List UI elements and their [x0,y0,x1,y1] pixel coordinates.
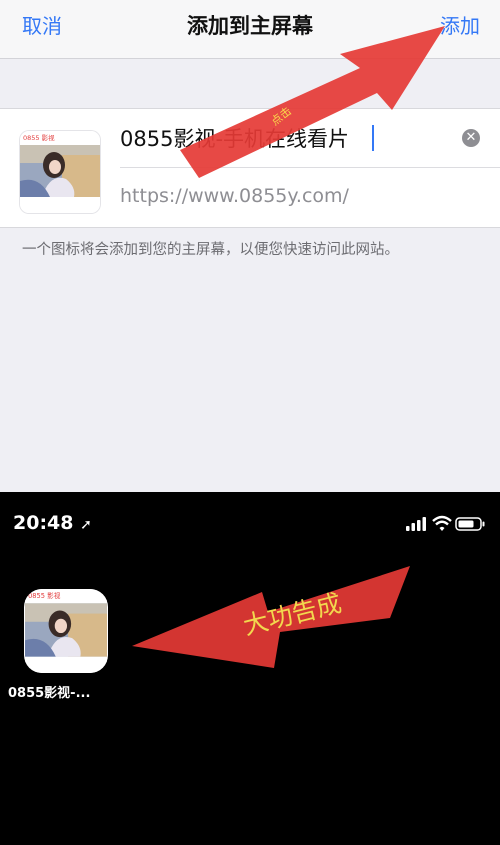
homescreen-app-icon[interactable]: 0855 影视 [24,589,108,673]
clear-text-icon[interactable]: ✕ [462,129,480,147]
status-time: 20:48 ➚ [13,512,92,534]
shortcut-card: 0855 影视 ✕ https://www.0855y.com/ [0,108,500,228]
status-icons [406,515,486,537]
svg-text:0855 影视: 0855 影视 [23,133,55,142]
home-screen: 20:48 ➚ 0855 影视 0855影视-... [0,492,500,845]
add-button[interactable]: 添加 [440,10,480,39]
add-to-homescreen-sheet: 取消 添加到主屏幕 添加 0855 影视 ✕ https://www.0855y… [0,0,500,492]
signal-icon [406,517,426,531]
text-cursor [372,125,374,151]
site-thumbnail: 0855 影视 [20,131,100,213]
nav-bar: 取消 添加到主屏幕 添加 [0,0,500,59]
svg-text:0855 影视: 0855 影视 [28,591,61,600]
page-title: 添加到主屏幕 [187,14,313,38]
name-row: ✕ [120,109,500,168]
hint-text: 一个图标将会添加到您的主屏幕，以便您快速访问此网站。 [22,242,399,258]
location-arrow-icon: ➚ [80,517,92,533]
battery-icon [455,517,485,531]
wifi-icon [432,515,452,531]
shortcut-name-input[interactable] [120,121,450,155]
homescreen-app-label: 0855影视-... [8,686,91,701]
site-url: https://www.0855y.com/ [120,185,349,207]
